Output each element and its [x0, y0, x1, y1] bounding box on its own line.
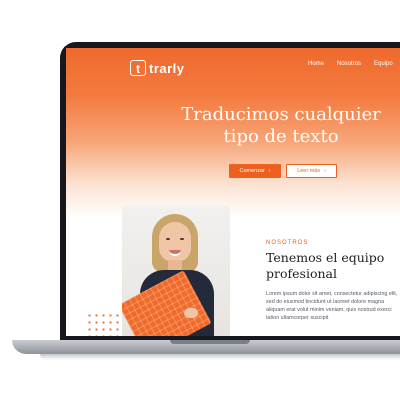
logo-mark-icon: t: [130, 60, 146, 76]
main-nav: Home Nosotros Equipo P: [308, 60, 400, 68]
read-more-button[interactable]: Leer más ›: [286, 164, 337, 178]
about-label: NOSOTROS: [266, 240, 309, 246]
about-body: Lorem ipsum dolor sit amet, consectetur …: [266, 290, 400, 322]
chevron-right-icon: ›: [268, 168, 271, 174]
laptop-notch: [170, 340, 250, 344]
about-body-text: Lorem ipsum dolor sit amet, consectetur …: [266, 291, 398, 321]
laptop-shadow: [40, 354, 400, 360]
hero-section: t trarly Home Nosotros Equipo P Traducim…: [66, 48, 400, 218]
photo-eye-left: [166, 238, 170, 240]
laptop-screen: t trarly Home Nosotros Equipo P Traducim…: [66, 48, 400, 336]
nav-item-equipo[interactable]: Equipo: [374, 60, 393, 68]
logo-text: trarly: [149, 60, 185, 76]
dot-pattern-decoration: [86, 312, 122, 336]
photo-eye-right: [180, 238, 184, 240]
photo-face: [159, 222, 191, 262]
start-button-label: Comenzar: [239, 168, 265, 174]
chevron-right-icon: ›: [324, 168, 326, 174]
hero-title: Traducimos cualquier tipo de texto: [181, 104, 381, 147]
read-more-button-label: Leer más: [297, 168, 321, 174]
nav-item-home[interactable]: Home: [308, 60, 324, 68]
photo-hand: [184, 308, 198, 318]
logo[interactable]: t trarly: [130, 60, 185, 76]
about-title: Tenemos el equipo profesional: [266, 250, 385, 281]
team-photo: [122, 206, 230, 336]
nav-item-nosotros[interactable]: Nosotros: [337, 60, 361, 68]
start-button[interactable]: Comenzar ›: [229, 164, 281, 178]
